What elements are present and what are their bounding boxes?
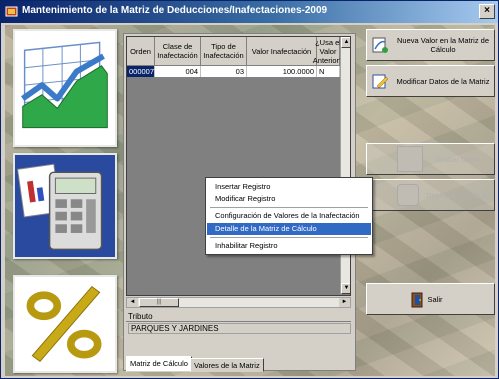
save-icon <box>397 146 423 172</box>
context-menu: Insertar Registro Modificar Registro Con… <box>205 177 373 255</box>
tab-strip: Matriz de Cálculo Valores de la Matriz <box>124 356 357 372</box>
deshacer-cambios-button[interactable]: Deshacer Cambios <box>366 179 495 211</box>
add-value-icon <box>372 37 388 53</box>
cell-usa-anterior[interactable]: N <box>317 66 340 77</box>
percent-tile <box>13 275 117 373</box>
deshacer-cambios-label: Deshacer Cambios <box>426 190 490 200</box>
tab-valores-matriz[interactable]: Valores de la Matriz <box>190 358 264 372</box>
menu-item-configuracion[interactable]: Configuración de Valores de la Inafectac… <box>207 210 371 222</box>
cell-clase[interactable]: 004 <box>155 66 201 77</box>
cell-orden[interactable]: 000007 <box>127 66 155 77</box>
undo-icon <box>397 184 419 206</box>
salir-button[interactable]: Salir <box>366 283 495 315</box>
grid-header: Orden Clase de Inafectación Tipo de Inaf… <box>127 37 343 66</box>
cell-valor[interactable]: 100.0000 <box>247 66 317 77</box>
tab-matriz-calculo[interactable]: Matriz de Cálculo <box>126 356 192 372</box>
cell-tipo[interactable]: 03 <box>201 66 247 77</box>
nueva-valor-label: Nueva Valor en la Matriz de Cálculo <box>397 36 489 54</box>
col-header-tipo[interactable]: Tipo de Inafectación <box>201 37 247 66</box>
close-button[interactable]: × <box>479 4 495 19</box>
table-row[interactable]: 000007 004 03 100.0000 N <box>127 66 340 77</box>
data-grid[interactable]: Orden Clase de Inafectación Tipo de Inaf… <box>126 36 351 296</box>
menu-item-insertar[interactable]: Insertar Registro <box>207 181 371 193</box>
edit-icon <box>372 74 389 89</box>
salir-label: Salir <box>427 294 443 304</box>
chart-icon <box>15 31 115 145</box>
title-bar[interactable]: Mantenimiento de la Matriz de Deduccione… <box>1 1 498 23</box>
window-title: Mantenimiento de la Matriz de Deduccione… <box>22 5 328 16</box>
menu-item-modificar[interactable]: Modificar Registro <box>207 193 371 205</box>
scroll-up-icon[interactable]: ▲ <box>341 37 350 48</box>
divider <box>126 321 351 322</box>
scroll-thumb[interactable]: ||| <box>139 298 179 307</box>
scroll-thumb-grip: ||| <box>156 299 162 305</box>
vertical-scrollbar[interactable]: ▲ ▼ <box>340 37 350 294</box>
modificar-datos-label: Modificar Datos de la Matriz <box>396 76 490 86</box>
tributo-label: Tributo <box>128 312 153 321</box>
grabar-datos-button[interactable]: Grabar Datos <box>366 143 495 175</box>
menu-separator <box>210 237 368 238</box>
menu-separator <box>210 207 368 208</box>
calculator-icon <box>15 155 115 257</box>
menu-item-inhabilitar[interactable]: Inhabilitar Registro <box>207 240 371 252</box>
modificar-datos-button[interactable]: Modificar Datos de la Matriz <box>366 65 495 97</box>
menu-item-detalle[interactable]: Detalle de la Matriz de Cálculo <box>207 223 371 235</box>
main-window: Mantenimiento de la Matriz de Deduccione… <box>0 0 499 379</box>
col-header-orden[interactable]: Orden <box>127 37 155 66</box>
col-header-valor[interactable]: Valor Inafectación <box>247 37 317 66</box>
tributo-value: PARQUES Y JARDINES <box>128 323 351 334</box>
client-area: Orden Clase de Inafectación Tipo de Inaf… <box>5 25 495 376</box>
calculator-tile <box>13 153 117 259</box>
percent-icon <box>15 277 115 371</box>
scroll-left-icon[interactable]: ◄ <box>127 298 138 307</box>
nueva-valor-button[interactable]: Nueva Valor en la Matriz de Cálculo <box>366 29 495 61</box>
col-header-clase[interactable]: Clase de Inafectación <box>155 37 201 66</box>
scroll-down-icon[interactable]: ▼ <box>341 283 350 294</box>
chart-tile <box>13 29 117 147</box>
horizontal-scrollbar[interactable]: ◄ ||| ► <box>126 297 351 308</box>
app-icon <box>5 6 18 17</box>
grabar-datos-label: Grabar Datos <box>435 154 481 164</box>
scroll-right-icon[interactable]: ► <box>339 298 350 307</box>
col-header-usa-anterior[interactable]: ¿Usa el Valor Anterior? <box>313 37 343 66</box>
